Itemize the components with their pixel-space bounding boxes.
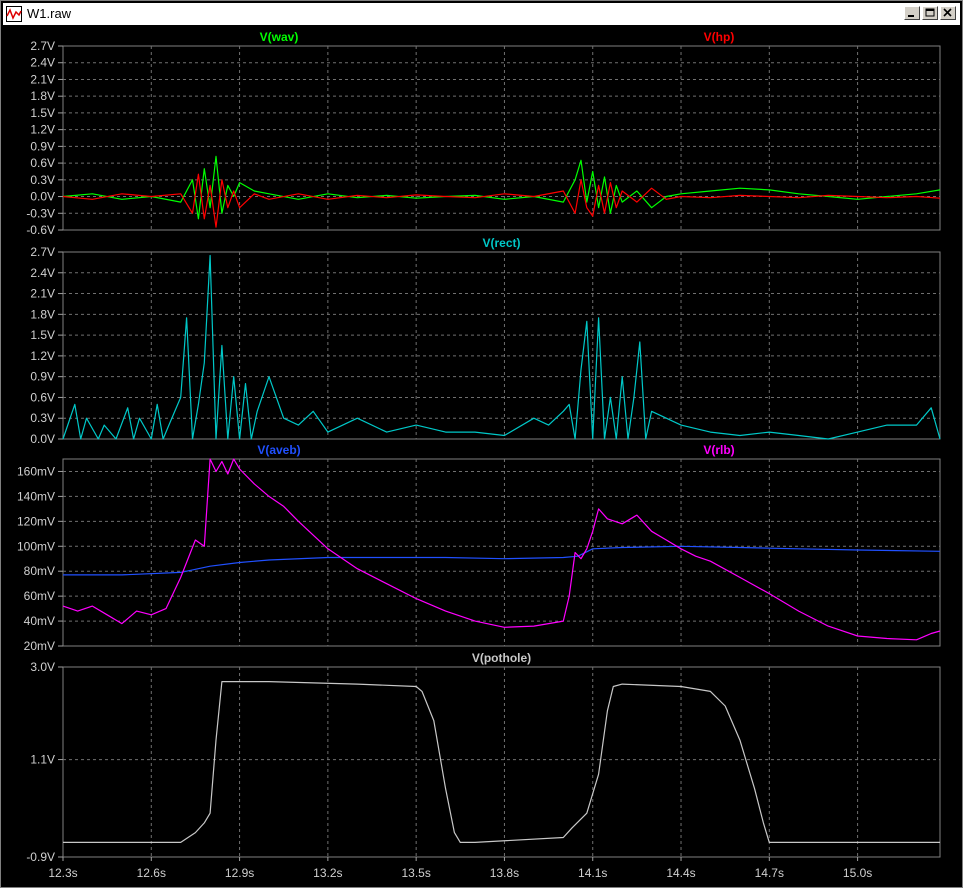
series-vaveb-trace (63, 545, 941, 576)
waveform-app-icon (6, 6, 22, 22)
y-tick-label: 2.4V (30, 56, 55, 70)
y-tick-label: 60mV (24, 589, 55, 603)
y-tick-label: 160mV (17, 464, 55, 478)
minimize-icon (908, 15, 914, 17)
y-tick-label: 0.6V (30, 156, 55, 170)
y-tick-label: 1.1V (30, 753, 55, 767)
y-tick-label: 1.5V (30, 328, 55, 342)
trace-label[interactable]: V(rlb) (703, 443, 734, 457)
title-bar[interactable]: W1.raw (3, 3, 960, 25)
y-tick-label: 80mV (24, 564, 55, 578)
y-tick-label: 1.2V (30, 349, 55, 363)
x-tick-label: 15.0s (843, 866, 872, 880)
y-tick-label: 0.3V (30, 173, 55, 187)
x-tick-label: 13.5s (401, 866, 430, 880)
trace-label[interactable]: V(aveb) (257, 443, 300, 457)
x-tick-label: 12.3s (48, 866, 77, 880)
panel-2-frame (62, 251, 941, 440)
y-tick-label: 2.1V (30, 72, 55, 86)
restore-icon (925, 8, 935, 17)
trace-label[interactable]: V(rect) (482, 236, 520, 250)
panel-4-frame (62, 666, 941, 858)
y-tick-label: 2.4V (30, 266, 55, 280)
series-vhp-trace (62, 173, 941, 228)
y-tick-label: 120mV (17, 514, 55, 528)
series-vrect-trace (62, 254, 941, 440)
x-tick-label: 14.4s (666, 866, 695, 880)
y-tick-label: -0.6V (26, 223, 55, 237)
x-tick-label: 13.8s (490, 866, 519, 880)
y-tick-label: 0.0V (30, 190, 55, 204)
close-icon (943, 8, 952, 17)
trace-label[interactable]: V(wav) (260, 30, 299, 44)
y-tick-label: 2.7V (30, 245, 55, 259)
y-tick-label: 1.2V (30, 123, 55, 137)
trace-label[interactable]: V(hp) (704, 30, 735, 44)
panel-3-frame (62, 458, 941, 647)
y-tick-label: -0.9V (26, 850, 55, 864)
y-tick-label: 0.9V (30, 370, 55, 384)
x-tick-label: 14.7s (755, 866, 784, 880)
y-tick-label: 0.0V (30, 432, 55, 446)
waveform-window: W1.raw 2.7V 2.4V 2.1V 1.8V 1.5V 1.2V 0.9V 0.6V 0… (0, 0, 963, 888)
series-vpothole-trace (63, 680, 940, 844)
y-tick-label: 1.8V (30, 307, 55, 321)
series-vwav-trace (62, 155, 941, 220)
x-tick-label: 13.2s (313, 866, 342, 880)
restore-button[interactable] (922, 6, 938, 20)
y-tick-label: 0.9V (30, 139, 55, 153)
minimize-button[interactable] (904, 6, 920, 20)
trace-label[interactable]: V(pothole) (472, 651, 531, 665)
y-tick-label: 3.0V (30, 660, 55, 674)
x-tick-label: 12.6s (137, 866, 166, 880)
y-tick-label: 2.1V (30, 287, 55, 301)
y-tick-label: 0.6V (30, 390, 55, 404)
x-tick-label: 14.1s (578, 866, 607, 880)
y-tick-label: 1.8V (30, 89, 55, 103)
y-tick-label: -0.3V (26, 206, 55, 220)
y-tick-label: 20mV (24, 639, 55, 653)
y-tick-label: 0.3V (30, 411, 55, 425)
window-title: W1.raw (27, 6, 72, 21)
x-tick-label: 12.9s (225, 866, 254, 880)
y-tick-label: 40mV (24, 614, 55, 628)
y-tick-label: 140mV (17, 489, 55, 503)
y-tick-label: 2.7V (30, 39, 55, 53)
waveform-plot-area[interactable]: 2.7V 2.4V 2.1V 1.8V 1.5V 1.2V 0.9V 0.6V 0.3V 0.0V… (1, 25, 962, 887)
y-tick-label: 100mV (17, 539, 55, 553)
y-tick-label: 1.5V (30, 106, 55, 120)
close-button[interactable] (940, 6, 956, 20)
